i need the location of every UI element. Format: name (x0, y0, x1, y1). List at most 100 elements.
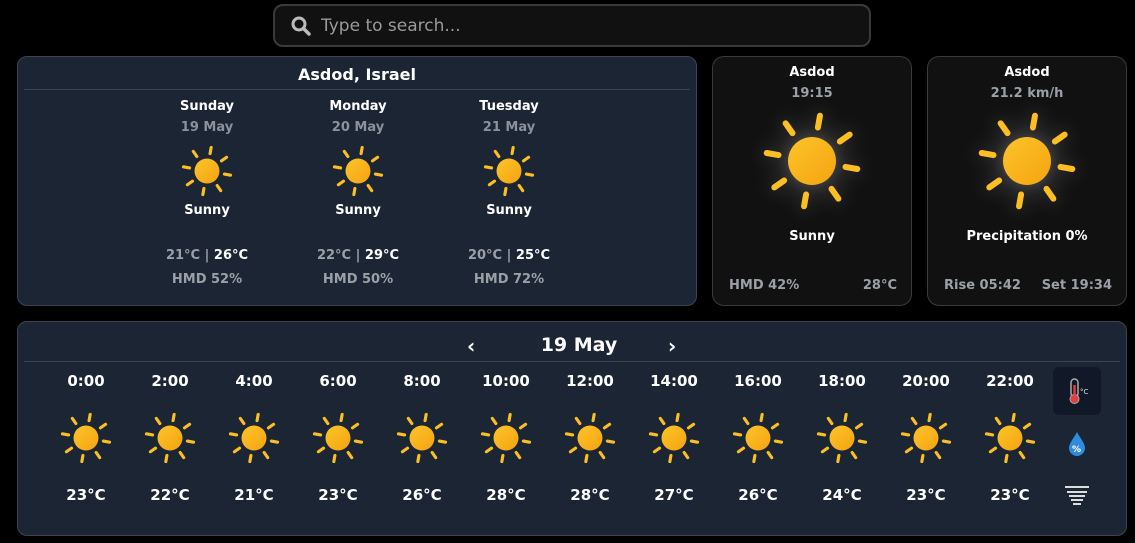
temperature: 28°C (862, 278, 897, 293)
humidity: HMD 42% (729, 278, 800, 293)
wind-icon[interactable] (1053, 472, 1101, 520)
sun-icon (181, 145, 233, 197)
sun-icon (732, 412, 784, 464)
day-condition: Sunny (184, 203, 230, 218)
day-condition: Sunny (486, 203, 532, 218)
day-date: 21 May (482, 120, 536, 135)
hour-temp: 23°C (990, 486, 1030, 504)
day-name: Sunday (179, 99, 235, 114)
hour-temp: 23°C (66, 486, 106, 504)
hour-temp: 24°C (822, 486, 862, 504)
hour-forecast: 18:00 24°C (800, 372, 884, 504)
hour-temp: 26°C (402, 486, 442, 504)
search-icon (291, 16, 311, 36)
min-temp: 20°C (467, 248, 503, 263)
hour-time: 18:00 (818, 372, 866, 390)
location-title: Asdod, Israel (24, 65, 690, 90)
search-bar[interactable] (273, 4, 871, 47)
day-forecast: Tuesday 21 May Sunny 20°C | 25°C HMD 72% (439, 99, 579, 287)
sun-icon (312, 412, 364, 464)
date-navigator: ‹ 19 May › (24, 334, 1120, 362)
sunrise: Rise 05:42 (944, 278, 1021, 293)
hour-forecast: 4:00 21°C (212, 372, 296, 504)
hour-temp: 21°C (234, 486, 274, 504)
svg-text:°C: °C (1080, 388, 1089, 396)
sun-icon (480, 412, 532, 464)
sun-icon (332, 145, 384, 197)
hour-forecast: 22:00 23°C (968, 372, 1052, 504)
thermometer-celsius-icon[interactable]: °C (1053, 367, 1101, 415)
search-input[interactable] (321, 15, 841, 36)
sun-icon (648, 412, 700, 464)
prev-day-button[interactable]: ‹ (467, 334, 475, 358)
daily-forecast-panel: Asdod, Israel Sunday 19 May Sunny 21°C |… (17, 56, 697, 306)
hour-temp: 23°C (906, 486, 946, 504)
next-day-button[interactable]: › (668, 334, 676, 358)
max-temp: 29°C (364, 248, 400, 263)
hour-time: 10:00 (482, 372, 530, 390)
hour-temp: 27°C (654, 486, 694, 504)
hour-time: 6:00 (319, 372, 357, 390)
day-humidity: HMD 50% (322, 272, 394, 287)
day-date: 20 May (331, 120, 385, 135)
hour-temp: 23°C (318, 486, 358, 504)
sun-icon (228, 412, 280, 464)
max-temp: 26°C (213, 248, 249, 263)
hour-forecast: 0:00 23°C (44, 372, 128, 504)
hour-time: 2:00 (151, 372, 189, 390)
sun-icon (978, 112, 1076, 210)
svg-text:%: % (1072, 445, 1081, 455)
current-weather-card: Asdod 19:15 Sunny HMD 42% 28°C (712, 56, 912, 306)
hour-forecast: 8:00 26°C (380, 372, 464, 504)
sun-icon (900, 412, 952, 464)
humidity-percent-icon[interactable]: % (1053, 420, 1101, 468)
hour-time: 16:00 (734, 372, 782, 390)
sun-icon (984, 412, 1036, 464)
hour-time: 14:00 (650, 372, 698, 390)
hour-forecast: 12:00 28°C (548, 372, 632, 504)
sun-icon (564, 412, 616, 464)
hour-forecast: 6:00 23°C (296, 372, 380, 504)
hour-temp: 28°C (486, 486, 526, 504)
day-name: Monday (329, 99, 387, 114)
city: Asdod (789, 65, 835, 80)
hour-temp: 26°C (738, 486, 778, 504)
precipitation: Precipitation 0% (966, 229, 1088, 244)
selected-date: 19 May (540, 334, 618, 356)
wind-sun-card: Asdod 21.2 km/h Precipitation 0% Rise 05… (927, 56, 1127, 306)
hour-forecast: 16:00 26°C (716, 372, 800, 504)
max-temp: 25°C (515, 248, 551, 263)
city: Asdod (1004, 65, 1050, 80)
hour-time: 20:00 (902, 372, 950, 390)
day-humidity: HMD 52% (171, 272, 243, 287)
sun-icon (144, 412, 196, 464)
sun-icon (483, 145, 535, 197)
hour-time: 12:00 (566, 372, 614, 390)
sun-icon (763, 112, 861, 210)
min-temp: 21°C (165, 248, 201, 263)
day-date: 19 May (180, 120, 234, 135)
hour-forecast: 10:00 28°C (464, 372, 548, 504)
day-condition: Sunny (335, 203, 381, 218)
hour-forecast: 20:00 23°C (884, 372, 968, 504)
hour-time: 4:00 (235, 372, 273, 390)
wind-speed: 21.2 km/h (990, 86, 1064, 101)
sun-icon (396, 412, 448, 464)
sun-icon (60, 412, 112, 464)
hour-forecast: 2:00 22°C (128, 372, 212, 504)
hour-temp: 22°C (150, 486, 190, 504)
hour-time: 0:00 (67, 372, 105, 390)
hour-time: 8:00 (403, 372, 441, 390)
hour-time: 22:00 (986, 372, 1034, 390)
hour-temp: 28°C (570, 486, 610, 504)
day-forecast: Monday 20 May Sunny 22°C | 29°C HMD 50% (288, 99, 428, 287)
day-name: Tuesday (479, 99, 539, 114)
min-temp: 22°C (316, 248, 352, 263)
hour-forecast: 14:00 27°C (632, 372, 716, 504)
hourly-forecast-panel: ‹ 19 May › 0:00 23°C 2:00 22°C 4:00 21°C… (17, 321, 1127, 536)
day-forecast: Sunday 19 May Sunny 21°C | 26°C HMD 52% (137, 99, 277, 287)
sun-icon (816, 412, 868, 464)
day-humidity: HMD 72% (473, 272, 545, 287)
condition: Sunny (789, 229, 835, 244)
current-time: 19:15 (791, 86, 833, 101)
